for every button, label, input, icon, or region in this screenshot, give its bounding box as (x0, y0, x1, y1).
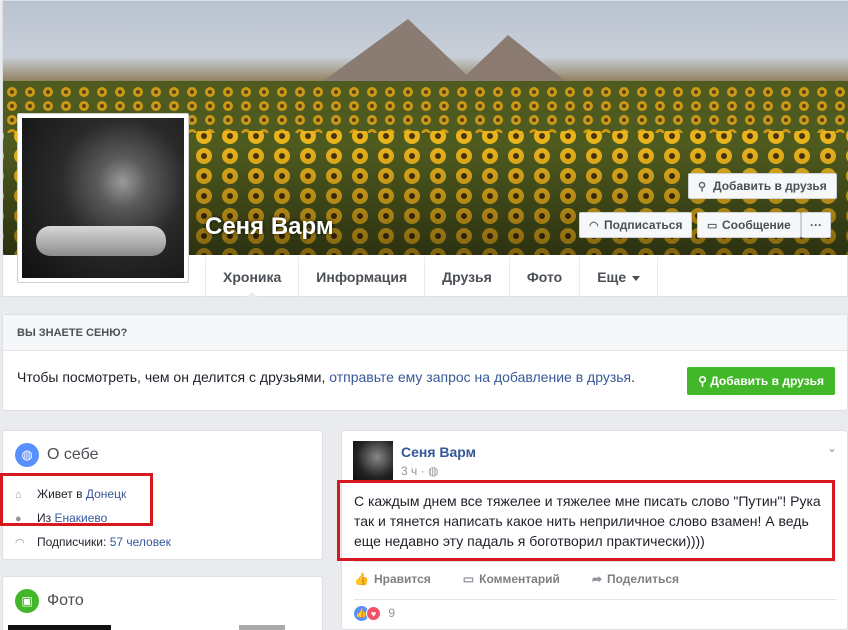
tab-about-label: Информация (316, 269, 408, 285)
do-you-know-title: ВЫ ЗНАЕТЕ СЕНЮ? (3, 315, 847, 351)
tab-photos-label: Фото (526, 269, 563, 285)
post-reactions[interactable]: 👍 ♥ 9 (354, 599, 837, 622)
profile-name[interactable]: Сеня Варм (205, 213, 334, 241)
tab-friends-label: Друзья (442, 269, 492, 285)
tab-timeline-label: Хроника (223, 269, 282, 285)
post-timestamp[interactable]: 3 ч (401, 464, 417, 478)
add-friend-green-label: Добавить в друзья (710, 374, 824, 388)
more-options-button[interactable]: ··· (801, 212, 831, 238)
tab-timeline[interactable]: Хроника (205, 257, 298, 299)
tab-more[interactable]: Еще (579, 257, 659, 298)
globe-icon: ◍ (15, 443, 39, 467)
chevron-down-icon[interactable]: ⌄ (827, 441, 837, 455)
photo-thumbnail[interactable] (8, 625, 111, 630)
like-label: Нравится (373, 571, 431, 586)
do-you-know-period: . (631, 369, 636, 385)
about-header: ◍ О себе (15, 443, 99, 467)
rss-icon: ◠ (15, 537, 25, 549)
message-button[interactable]: ▭ Сообщение (697, 212, 801, 238)
do-you-know-box: ВЫ ЗНАЕТЕ СЕНЮ? Чтобы посмотреть, чем он… (2, 314, 848, 411)
tab-about[interactable]: Информация (298, 257, 424, 298)
avatar-image-detail (36, 226, 166, 256)
photos-box: ▣ Фото (2, 576, 323, 630)
profile-picture-image (22, 118, 184, 278)
post-meta-separator: · (417, 464, 428, 478)
profile-tabs: Хроника Информация Друзья Фото Еще (205, 257, 659, 299)
add-friend-button[interactable]: ⚲ Добавить в друзья (688, 173, 837, 199)
profile-cover-section: Сеня Варм ⚲ Добавить в друзья ◠ Подписатьс… (2, 0, 848, 299)
add-friend-label: Добавить в друзья (713, 179, 827, 193)
reactions-count: 9 (388, 606, 396, 620)
more-options-label: ··· (810, 218, 822, 232)
add-friend-icon: ⚲ (698, 374, 711, 388)
add-friend-green-button[interactable]: ⚲ Добавить в друзья (687, 367, 835, 395)
about-title[interactable]: О себе (47, 446, 99, 463)
comment-button[interactable]: ▭ Комментарий (463, 572, 560, 586)
photos-header: ▣ Фото (15, 589, 84, 613)
subscribe-button[interactable]: ◠ Подписаться (579, 212, 693, 238)
send-friend-request-link[interactable]: отправьте ему запрос на добавление в дру… (329, 369, 631, 385)
rss-icon: ◠ (589, 220, 599, 232)
do-you-know-message: Чтобы посмотреть, чем он делится с друзь… (17, 369, 330, 385)
post-author-avatar[interactable] (353, 441, 393, 481)
post-author-name[interactable]: Сеня Варм (401, 444, 476, 460)
profile-picture[interactable] (17, 113, 189, 283)
do-you-know-text: Чтобы посмотреть, чем он делится с друзь… (17, 369, 635, 385)
thumbs-up-icon: 👍 (354, 571, 369, 586)
share-label: Поделиться (607, 571, 680, 586)
highlight-annotation-post (337, 480, 835, 561)
photo-icon: ▣ (15, 589, 39, 613)
subscribe-label: Подписаться (604, 218, 683, 232)
like-button[interactable]: 👍 Нравится (354, 572, 431, 586)
comment-label: Комментарий (479, 571, 560, 586)
followers-label: Подписчики: (37, 535, 110, 549)
post-actions: 👍 Нравится ▭ Комментарий ➦ Поделиться (354, 561, 837, 595)
comment-icon: ▭ (462, 571, 475, 586)
share-button[interactable]: ➦ Поделиться (592, 572, 679, 586)
highlight-annotation-location (0, 473, 153, 526)
tab-photos[interactable]: Фото (508, 257, 579, 298)
globe-icon: ◍ (427, 464, 439, 478)
message-icon: ▭ (707, 220, 718, 232)
photo-thumbnail[interactable] (239, 625, 285, 630)
add-friend-icon: ⚲ (698, 181, 707, 193)
followers-row: ◠ Подписчики: 57 человек (15, 535, 171, 549)
tab-friends[interactable]: Друзья (424, 257, 509, 298)
tab-more-label: Еще (597, 269, 627, 285)
photos-title[interactable]: Фото (47, 592, 84, 609)
followers-link[interactable]: 57 человек (110, 535, 171, 549)
love-reaction-icon: ♥ (366, 606, 381, 622)
chevron-down-icon (632, 275, 641, 281)
message-label: Сообщение (722, 218, 791, 232)
post-meta: 3 ч · ◍ (401, 464, 438, 478)
share-icon: ➦ (591, 571, 602, 586)
